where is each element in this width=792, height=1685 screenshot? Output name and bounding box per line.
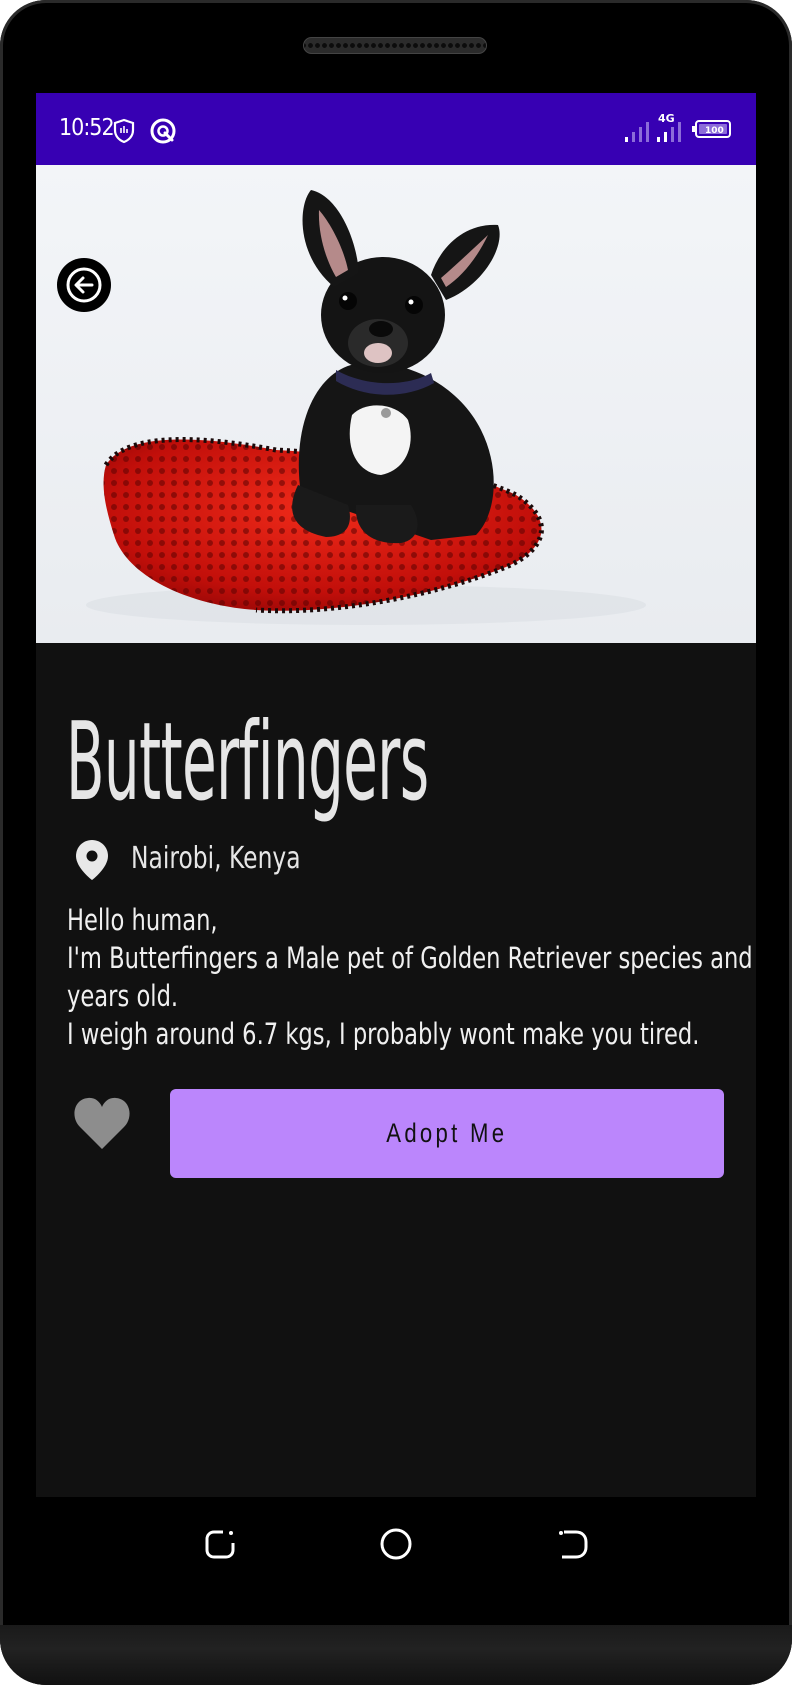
pet-location: Nairobi, Kenya (131, 841, 301, 876)
phone-bottom-bezel (0, 1625, 792, 1685)
pet-name: Butterfingers (66, 700, 429, 825)
signal-icon (625, 122, 649, 142)
signal-4g-icon: 4G (657, 112, 681, 142)
back-button[interactable] (57, 258, 111, 312)
svg-text:4G: 4G (658, 112, 675, 125)
arrow-left-icon (66, 267, 102, 303)
recents-icon[interactable] (203, 1527, 237, 1561)
pet-description: Hello human, I'm Butterfingers a Male pe… (67, 901, 756, 1053)
back-icon[interactable] (556, 1527, 590, 1561)
description-line: years old. (67, 979, 179, 1013)
pet-photo (36, 165, 756, 643)
description-line: Hello human, (67, 903, 218, 937)
status-bar: 10:52 4G 100 (36, 93, 756, 165)
description-line: I'm Butterfingers a Male pet of Golden R… (67, 941, 756, 975)
heart-icon[interactable] (72, 1095, 132, 1151)
battery-icon: 100 (692, 120, 731, 138)
description-line: I weigh around 6.7 kgs, I probably wont … (67, 1017, 700, 1051)
app-screen: 10:52 4G 100 Butterfingers Nairobi, Keny… (36, 93, 756, 1497)
phone-speaker (303, 37, 487, 54)
map-pin-icon (76, 840, 108, 880)
svg-text:100: 100 (705, 126, 724, 136)
adopt-button-label: Adopt Me (386, 1118, 508, 1148)
sync-icon (150, 118, 176, 144)
home-icon[interactable] (379, 1527, 413, 1561)
adopt-button[interactable]: Adopt Me (170, 1089, 724, 1178)
status-time: 10:52 (59, 115, 115, 141)
phone-frame: 10:52 4G 100 Butterfingers Nairobi, Keny… (0, 0, 792, 1685)
shield-icon (113, 118, 135, 144)
